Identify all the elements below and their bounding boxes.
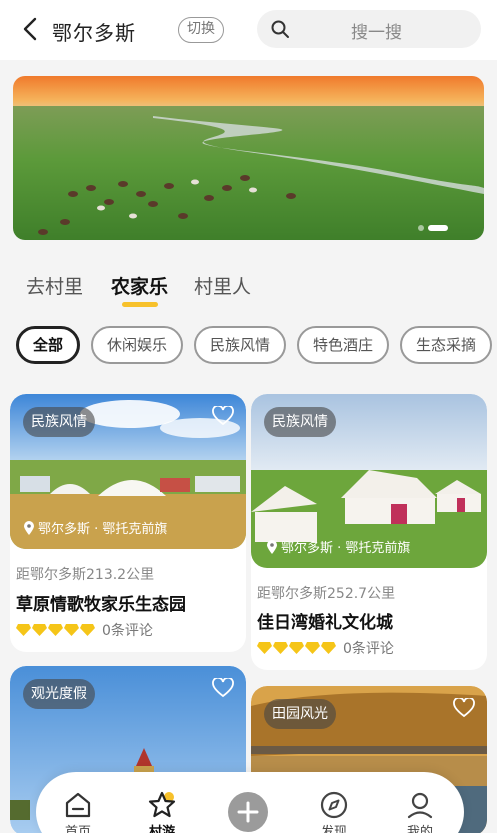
chip-winery[interactable]: 特色酒庄 <box>297 326 389 364</box>
card-image: 民族风情 鄂尔多斯 · 鄂托克前旗 <box>251 394 487 568</box>
filter-chips: 全部 休闲娱乐 民族风情 特色酒庄 生态采摘 <box>16 326 497 364</box>
tab-villagers[interactable]: 村里人 <box>194 272 251 299</box>
carousel-dot[interactable] <box>418 225 424 231</box>
banner-image <box>13 76 484 240</box>
active-tab-indicator <box>122 302 158 307</box>
add-button[interactable] <box>228 792 268 832</box>
listing-card[interactable]: 民族风情 鄂尔多斯 · 鄂托克前旗 距鄂尔多斯252.7公里 佳日湾婚礼文化城 … <box>251 394 487 670</box>
back-arrow-icon[interactable] <box>18 14 44 44</box>
diamond-icon <box>48 624 63 636</box>
carousel-dot-active[interactable] <box>428 225 448 231</box>
listing-card[interactable]: 民族风情 鄂尔多斯 · 鄂托克前旗 距鄂尔多斯213.2公里 草原情歌牧家乐生态… <box>10 394 246 652</box>
location-label: 鄂尔多斯 · 鄂托克前旗 <box>267 537 410 556</box>
nav-label-village-tour: 村游 <box>148 825 175 833</box>
comment-count: 0条评论 <box>102 623 153 639</box>
distance-text: 距鄂尔多斯252.7公里 <box>257 586 396 602</box>
favorite-heart-icon[interactable] <box>212 678 234 698</box>
search-bar[interactable]: 搜一搜 <box>257 10 481 48</box>
listing-title: 佳日湾婚礼文化城 <box>257 613 393 633</box>
diamond-icon <box>32 624 47 636</box>
diamond-icon <box>305 642 320 654</box>
nav-label-home: 首页 <box>64 825 91 833</box>
home-icon <box>65 792 91 818</box>
nav-profile[interactable]: 我的 <box>390 790 450 833</box>
banner-carousel[interactable] <box>13 76 484 240</box>
compass-icon <box>320 791 348 819</box>
plus-icon <box>237 801 259 823</box>
search-placeholder: 搜一搜 <box>351 23 402 43</box>
diamond-icon <box>289 642 304 654</box>
diamond-icon <box>321 642 336 654</box>
favorite-heart-icon[interactable] <box>453 698 475 718</box>
diamond-icon <box>273 642 288 654</box>
location-pin-icon <box>267 539 277 554</box>
diamond-icon <box>80 624 95 636</box>
diamond-icon <box>64 624 79 636</box>
bottom-nav: 首页 村游 发现 我的 <box>36 772 464 833</box>
tab-village[interactable]: 去村里 <box>26 272 83 299</box>
location-text: 鄂尔多斯 · 鄂托克前旗 <box>38 522 168 537</box>
listing-title: 草原情歌牧家乐生态园 <box>16 595 186 615</box>
top-bar: 鄂尔多斯 切换 搜一搜 <box>0 0 497 60</box>
chip-all[interactable]: 全部 <box>16 326 80 364</box>
nav-label-profile: 我的 <box>406 825 433 833</box>
city-name: 鄂尔多斯 <box>52 21 136 45</box>
search-icon <box>271 20 289 38</box>
rating: 0条评论 <box>257 638 394 658</box>
nav-discover[interactable]: 发现 <box>304 790 364 833</box>
chip-ethnic[interactable]: 民族风情 <box>194 326 286 364</box>
rating: 0条评论 <box>16 620 153 640</box>
user-icon <box>407 792 433 819</box>
nav-home[interactable]: 首页 <box>48 790 108 833</box>
location-label: 鄂尔多斯 · 鄂托克前旗 <box>24 518 167 537</box>
category-tag: 田园风光 <box>264 699 336 729</box>
nav-village-tour[interactable]: 村游 <box>132 790 192 833</box>
distance-text: 距鄂尔多斯213.2公里 <box>16 567 155 583</box>
tab-farmstay[interactable]: 农家乐 <box>111 272 168 299</box>
location-text: 鄂尔多斯 · 鄂托克前旗 <box>281 541 411 556</box>
category-tag: 观光度假 <box>23 679 95 709</box>
nav-label-discover: 发现 <box>320 825 347 833</box>
category-tag: 民族风情 <box>264 407 336 437</box>
diamond-icon <box>257 642 272 654</box>
category-tag: 民族风情 <box>23 407 95 437</box>
comment-count: 0条评论 <box>343 641 394 657</box>
chip-picking[interactable]: 生态采摘 <box>400 326 492 364</box>
switch-city-button[interactable]: 切换 <box>178 17 224 43</box>
carousel-indicator <box>418 225 448 231</box>
diamond-icon <box>16 624 31 636</box>
favorite-heart-icon[interactable] <box>212 406 234 426</box>
card-image: 民族风情 鄂尔多斯 · 鄂托克前旗 <box>10 394 246 549</box>
chip-leisure[interactable]: 休闲娱乐 <box>91 326 183 364</box>
location-pin-icon <box>24 520 34 535</box>
star-icon <box>148 791 176 818</box>
